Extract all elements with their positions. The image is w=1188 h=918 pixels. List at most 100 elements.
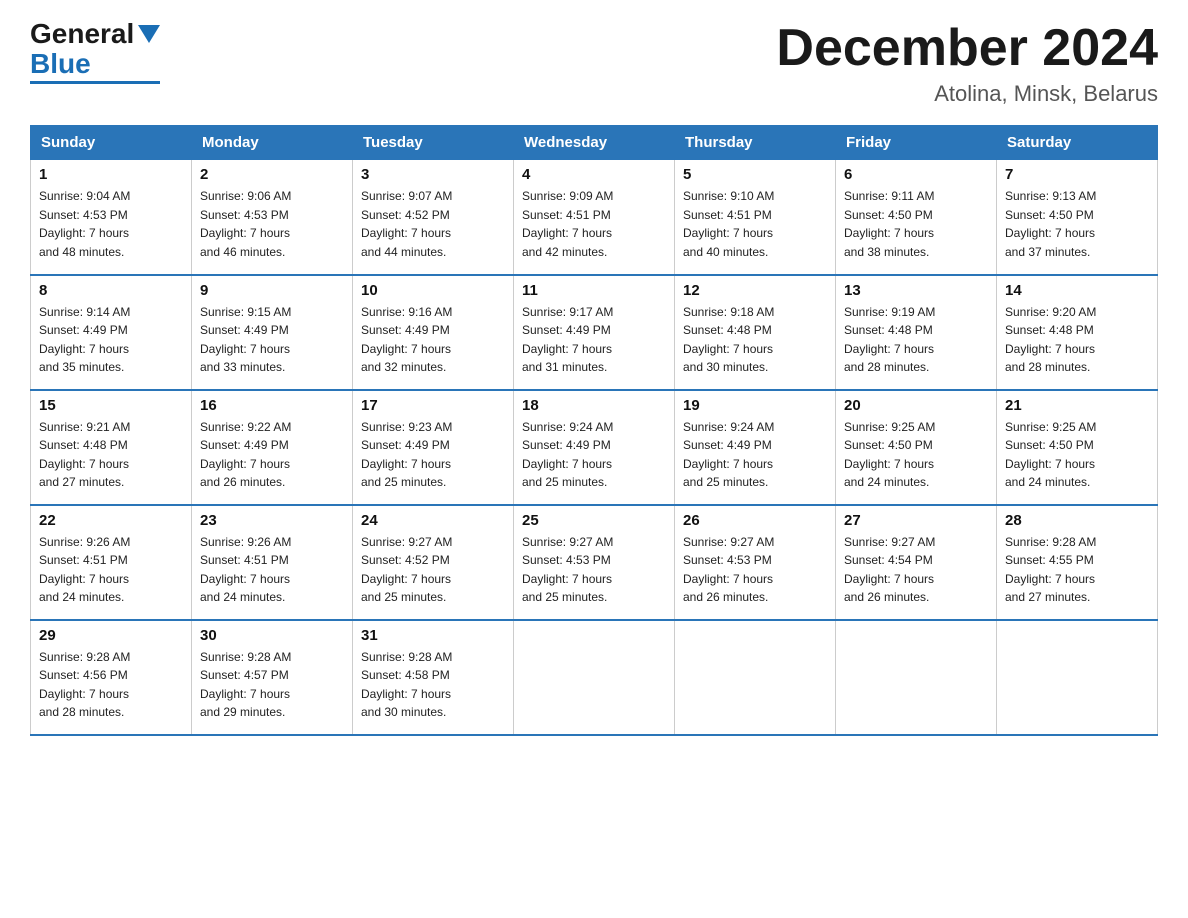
day-info: Sunrise: 9:28 AM Sunset: 4:57 PM Dayligh… (200, 648, 344, 722)
day-number: 8 (39, 282, 183, 299)
day-info: Sunrise: 9:27 AM Sunset: 4:52 PM Dayligh… (361, 533, 505, 607)
calendar-cell: 6 Sunrise: 9:11 AM Sunset: 4:50 PM Dayli… (836, 160, 997, 275)
day-number: 19 (683, 397, 827, 414)
calendar-cell: 27 Sunrise: 9:27 AM Sunset: 4:54 PM Dayl… (836, 505, 997, 620)
day-info: Sunrise: 9:21 AM Sunset: 4:48 PM Dayligh… (39, 418, 183, 492)
calendar-cell: 9 Sunrise: 9:15 AM Sunset: 4:49 PM Dayli… (192, 275, 353, 390)
day-info: Sunrise: 9:06 AM Sunset: 4:53 PM Dayligh… (200, 187, 344, 261)
day-number: 22 (39, 512, 183, 529)
day-number: 23 (200, 512, 344, 529)
day-header-row: Sunday Monday Tuesday Wednesday Thursday… (31, 126, 1158, 160)
day-info: Sunrise: 9:23 AM Sunset: 4:49 PM Dayligh… (361, 418, 505, 492)
logo-underline (30, 81, 160, 84)
day-number: 7 (1005, 166, 1149, 183)
day-number: 25 (522, 512, 666, 529)
day-info: Sunrise: 9:13 AM Sunset: 4:50 PM Dayligh… (1005, 187, 1149, 261)
col-sunday: Sunday (31, 126, 192, 160)
logo: General Blue (30, 20, 160, 84)
day-info: Sunrise: 9:26 AM Sunset: 4:51 PM Dayligh… (200, 533, 344, 607)
day-info: Sunrise: 9:24 AM Sunset: 4:49 PM Dayligh… (683, 418, 827, 492)
day-number: 26 (683, 512, 827, 529)
day-number: 20 (844, 397, 988, 414)
calendar-cell: 4 Sunrise: 9:09 AM Sunset: 4:51 PM Dayli… (514, 160, 675, 275)
calendar-cell: 31 Sunrise: 9:28 AM Sunset: 4:58 PM Dayl… (353, 620, 514, 735)
day-info: Sunrise: 9:19 AM Sunset: 4:48 PM Dayligh… (844, 303, 988, 377)
day-info: Sunrise: 9:14 AM Sunset: 4:49 PM Dayligh… (39, 303, 183, 377)
logo-triangle-icon (138, 20, 160, 48)
calendar-cell: 8 Sunrise: 9:14 AM Sunset: 4:49 PM Dayli… (31, 275, 192, 390)
calendar-cell: 13 Sunrise: 9:19 AM Sunset: 4:48 PM Dayl… (836, 275, 997, 390)
day-number: 4 (522, 166, 666, 183)
calendar-cell: 16 Sunrise: 9:22 AM Sunset: 4:49 PM Dayl… (192, 390, 353, 505)
day-info: Sunrise: 9:26 AM Sunset: 4:51 PM Dayligh… (39, 533, 183, 607)
day-info: Sunrise: 9:25 AM Sunset: 4:50 PM Dayligh… (844, 418, 988, 492)
day-number: 14 (1005, 282, 1149, 299)
day-info: Sunrise: 9:09 AM Sunset: 4:51 PM Dayligh… (522, 187, 666, 261)
calendar-cell (514, 620, 675, 735)
day-number: 29 (39, 627, 183, 644)
day-number: 17 (361, 397, 505, 414)
calendar-cell: 26 Sunrise: 9:27 AM Sunset: 4:53 PM Dayl… (675, 505, 836, 620)
day-info: Sunrise: 9:11 AM Sunset: 4:50 PM Dayligh… (844, 187, 988, 261)
col-wednesday: Wednesday (514, 126, 675, 160)
day-number: 27 (844, 512, 988, 529)
week-row-2: 8 Sunrise: 9:14 AM Sunset: 4:49 PM Dayli… (31, 275, 1158, 390)
day-number: 28 (1005, 512, 1149, 529)
day-number: 24 (361, 512, 505, 529)
week-row-1: 1 Sunrise: 9:04 AM Sunset: 4:53 PM Dayli… (31, 160, 1158, 275)
calendar-cell: 19 Sunrise: 9:24 AM Sunset: 4:49 PM Dayl… (675, 390, 836, 505)
col-thursday: Thursday (675, 126, 836, 160)
week-row-4: 22 Sunrise: 9:26 AM Sunset: 4:51 PM Dayl… (31, 505, 1158, 620)
calendar-cell: 15 Sunrise: 9:21 AM Sunset: 4:48 PM Dayl… (31, 390, 192, 505)
calendar-cell: 11 Sunrise: 9:17 AM Sunset: 4:49 PM Dayl… (514, 275, 675, 390)
col-saturday: Saturday (997, 126, 1158, 160)
week-row-5: 29 Sunrise: 9:28 AM Sunset: 4:56 PM Dayl… (31, 620, 1158, 735)
day-info: Sunrise: 9:25 AM Sunset: 4:50 PM Dayligh… (1005, 418, 1149, 492)
day-info: Sunrise: 9:27 AM Sunset: 4:53 PM Dayligh… (683, 533, 827, 607)
day-info: Sunrise: 9:27 AM Sunset: 4:53 PM Dayligh… (522, 533, 666, 607)
col-monday: Monday (192, 126, 353, 160)
calendar-header: Sunday Monday Tuesday Wednesday Thursday… (31, 126, 1158, 160)
location-subtitle: Atolina, Minsk, Belarus (776, 81, 1158, 107)
logo-blue-text: Blue (30, 48, 91, 80)
day-info: Sunrise: 9:17 AM Sunset: 4:49 PM Dayligh… (522, 303, 666, 377)
col-tuesday: Tuesday (353, 126, 514, 160)
calendar-cell: 3 Sunrise: 9:07 AM Sunset: 4:52 PM Dayli… (353, 160, 514, 275)
page-header: General Blue December 2024 Atolina, Mins… (30, 20, 1158, 107)
calendar-cell: 30 Sunrise: 9:28 AM Sunset: 4:57 PM Dayl… (192, 620, 353, 735)
calendar-cell: 7 Sunrise: 9:13 AM Sunset: 4:50 PM Dayli… (997, 160, 1158, 275)
calendar-cell: 10 Sunrise: 9:16 AM Sunset: 4:49 PM Dayl… (353, 275, 514, 390)
day-number: 13 (844, 282, 988, 299)
day-number: 3 (361, 166, 505, 183)
calendar-cell: 28 Sunrise: 9:28 AM Sunset: 4:55 PM Dayl… (997, 505, 1158, 620)
calendar-table: Sunday Monday Tuesday Wednesday Thursday… (30, 125, 1158, 736)
day-number: 1 (39, 166, 183, 183)
day-number: 30 (200, 627, 344, 644)
day-number: 2 (200, 166, 344, 183)
calendar-cell: 14 Sunrise: 9:20 AM Sunset: 4:48 PM Dayl… (997, 275, 1158, 390)
day-number: 12 (683, 282, 827, 299)
calendar-cell: 12 Sunrise: 9:18 AM Sunset: 4:48 PM Dayl… (675, 275, 836, 390)
calendar-cell: 23 Sunrise: 9:26 AM Sunset: 4:51 PM Dayl… (192, 505, 353, 620)
day-info: Sunrise: 9:28 AM Sunset: 4:56 PM Dayligh… (39, 648, 183, 722)
calendar-cell: 24 Sunrise: 9:27 AM Sunset: 4:52 PM Dayl… (353, 505, 514, 620)
day-info: Sunrise: 9:24 AM Sunset: 4:49 PM Dayligh… (522, 418, 666, 492)
calendar-cell: 22 Sunrise: 9:26 AM Sunset: 4:51 PM Dayl… (31, 505, 192, 620)
calendar-cell: 5 Sunrise: 9:10 AM Sunset: 4:51 PM Dayli… (675, 160, 836, 275)
day-number: 15 (39, 397, 183, 414)
day-number: 6 (844, 166, 988, 183)
day-number: 10 (361, 282, 505, 299)
week-row-3: 15 Sunrise: 9:21 AM Sunset: 4:48 PM Dayl… (31, 390, 1158, 505)
month-year-title: December 2024 (776, 20, 1158, 77)
day-info: Sunrise: 9:28 AM Sunset: 4:55 PM Dayligh… (1005, 533, 1149, 607)
day-info: Sunrise: 9:07 AM Sunset: 4:52 PM Dayligh… (361, 187, 505, 261)
day-info: Sunrise: 9:22 AM Sunset: 4:49 PM Dayligh… (200, 418, 344, 492)
day-number: 18 (522, 397, 666, 414)
day-info: Sunrise: 9:20 AM Sunset: 4:48 PM Dayligh… (1005, 303, 1149, 377)
calendar-cell: 2 Sunrise: 9:06 AM Sunset: 4:53 PM Dayli… (192, 160, 353, 275)
calendar-cell (997, 620, 1158, 735)
calendar-cell (836, 620, 997, 735)
calendar-cell: 1 Sunrise: 9:04 AM Sunset: 4:53 PM Dayli… (31, 160, 192, 275)
header-right: December 2024 Atolina, Minsk, Belarus (776, 20, 1158, 107)
logo-general-text: General (30, 20, 134, 48)
